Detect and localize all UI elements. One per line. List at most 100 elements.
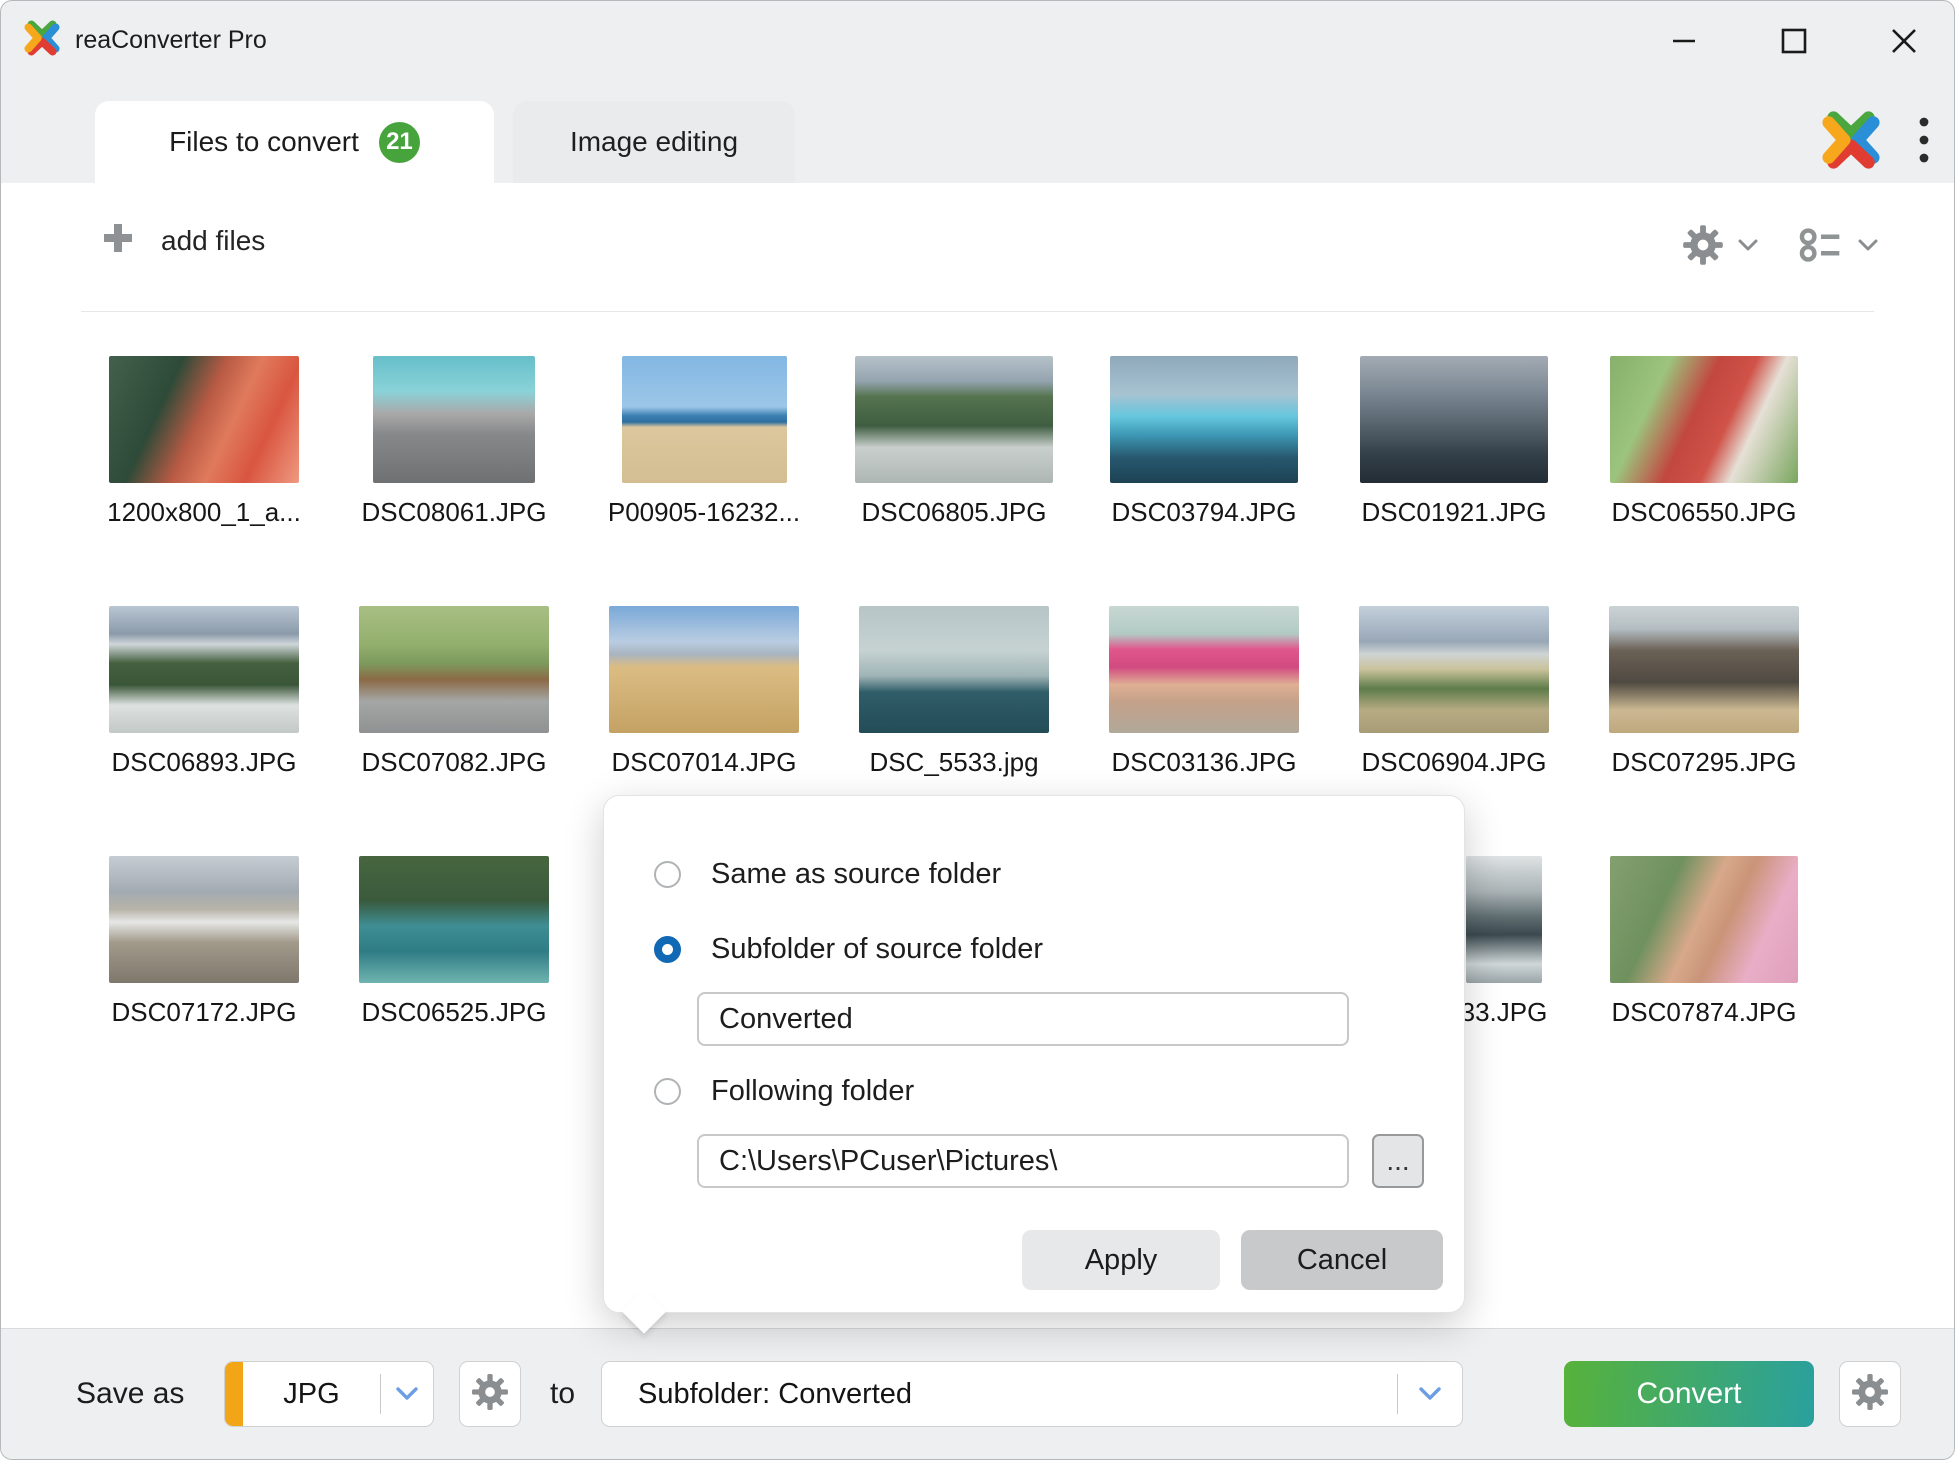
file-thumbnail[interactable] xyxy=(1610,356,1798,483)
file-cell[interactable]: DSC_5533.jpg xyxy=(829,606,1079,811)
format-value: JPG xyxy=(243,1378,380,1411)
file-thumbnail[interactable] xyxy=(1110,356,1298,483)
file-cell[interactable]: DSC07082.JPG xyxy=(329,606,579,811)
file-cell[interactable]: DSC01921.JPG xyxy=(1329,356,1579,561)
file-thumbnail[interactable] xyxy=(1610,856,1798,983)
view-options-dropdown[interactable] xyxy=(1797,223,1879,272)
file-name: DSC06525.JPG xyxy=(362,997,547,1028)
file-name: DSC06805.JPG xyxy=(862,497,1047,528)
radio-checked-icon[interactable] xyxy=(654,936,681,963)
file-cell[interactable]: DSC07172.JPG xyxy=(79,856,329,1061)
app-window: reaConverter Pro Files to convert 21 Ima… xyxy=(0,0,1955,1460)
file-thumbnail[interactable] xyxy=(109,356,299,483)
file-thumbnail[interactable] xyxy=(1466,856,1542,983)
minimize-button[interactable] xyxy=(1662,19,1706,63)
following-folder-input[interactable] xyxy=(697,1134,1349,1188)
file-thumbnail[interactable] xyxy=(1109,606,1299,733)
subfolder-name-input[interactable] xyxy=(697,992,1349,1046)
file-thumbnail[interactable] xyxy=(373,356,535,483)
file-name: DSC03794.JPG xyxy=(1112,497,1297,528)
file-thumbnail[interactable] xyxy=(109,606,299,733)
list-view-icon xyxy=(1797,223,1845,272)
file-cell[interactable]: DSC03136.JPG xyxy=(1079,606,1329,811)
file-count-badge: 21 xyxy=(379,122,420,163)
file-thumbnail[interactable] xyxy=(622,356,787,483)
gear-icon xyxy=(470,1372,510,1417)
option-subfolder[interactable]: Subfolder of source folder xyxy=(654,933,1043,966)
browse-button[interactable]: ... xyxy=(1372,1134,1424,1188)
destination-select[interactable]: Subfolder: Converted xyxy=(601,1361,1463,1427)
chevron-down-icon xyxy=(1857,238,1879,257)
kebab-menu-icon[interactable] xyxy=(1918,109,1930,176)
file-thumbnail[interactable] xyxy=(609,606,799,733)
file-name: 33.JPG xyxy=(1461,997,1548,1028)
file-cell[interactable]: DSC03794.JPG xyxy=(1079,356,1329,561)
radio-unchecked-icon[interactable] xyxy=(654,861,681,888)
file-cell[interactable]: DSC06550.JPG xyxy=(1579,356,1829,561)
option-following-label: Following folder xyxy=(711,1075,914,1108)
tab-bar: Files to convert 21 Image editing xyxy=(1,101,1954,183)
chevron-down-icon[interactable] xyxy=(381,1386,433,1402)
file-cell[interactable]: DSC06805.JPG xyxy=(829,356,1079,561)
tab-files-label: Files to convert xyxy=(169,126,359,158)
window-title: reaConverter Pro xyxy=(75,26,267,55)
gear-icon xyxy=(1850,1372,1890,1417)
file-cell[interactable]: DSC06904.JPG xyxy=(1329,606,1579,811)
save-as-label: Save as xyxy=(76,1329,184,1459)
close-button[interactable] xyxy=(1882,19,1926,63)
file-settings-dropdown[interactable] xyxy=(1681,223,1759,272)
file-thumbnail[interactable] xyxy=(1609,606,1799,733)
convert-button[interactable]: Convert xyxy=(1564,1361,1814,1427)
file-name: DSC03136.JPG xyxy=(1112,747,1297,778)
file-thumbnail[interactable] xyxy=(859,606,1049,733)
file-thumbnail[interactable] xyxy=(855,356,1053,483)
file-name: DSC07172.JPG xyxy=(112,997,297,1028)
file-thumbnail[interactable] xyxy=(1359,606,1549,733)
bottom-bar: Save as JPG xyxy=(1,1328,1954,1459)
file-cell[interactable]: DSC07014.JPG xyxy=(579,606,829,811)
destination-popover: Same as source folder Subfolder of sourc… xyxy=(603,795,1465,1313)
file-cell[interactable]: P00905-16232... xyxy=(579,356,829,561)
convert-settings-button[interactable] xyxy=(1839,1361,1901,1427)
gear-icon xyxy=(1681,223,1725,272)
option-following-folder[interactable]: Following folder xyxy=(654,1075,914,1108)
add-files-button[interactable]: add files xyxy=(101,221,265,260)
files-toolbar: add files xyxy=(1,183,1954,311)
format-select[interactable]: JPG xyxy=(224,1361,434,1427)
file-cell[interactable]: DSC06893.JPG xyxy=(79,606,329,811)
format-color-strip xyxy=(225,1362,243,1426)
tab-image-editing[interactable]: Image editing xyxy=(513,101,795,183)
radio-unchecked-icon[interactable] xyxy=(654,1078,681,1105)
file-name: 1200x800_1_a... xyxy=(107,497,301,528)
file-name: P00905-16232... xyxy=(608,497,800,528)
file-thumbnail[interactable] xyxy=(359,856,549,983)
destination-value: Subfolder: Converted xyxy=(602,1378,1397,1411)
file-cell[interactable]: DSC07295.JPG xyxy=(1579,606,1829,811)
file-cell[interactable]: DSC08061.JPG xyxy=(329,356,579,561)
chevron-down-icon xyxy=(1737,238,1759,257)
file-name: DSC06904.JPG xyxy=(1362,747,1547,778)
title-bar: reaConverter Pro xyxy=(1,1,1954,101)
file-name: DSC06550.JPG xyxy=(1612,497,1797,528)
file-cell[interactable]: 1200x800_1_a... xyxy=(79,356,329,561)
plus-icon xyxy=(101,221,135,260)
maximize-button[interactable] xyxy=(1772,19,1816,63)
apply-button[interactable]: Apply xyxy=(1022,1230,1220,1290)
app-logo-icon xyxy=(23,19,61,62)
file-cell[interactable]: DSC06525.JPG xyxy=(329,856,579,1061)
file-name: DSC07295.JPG xyxy=(1612,747,1797,778)
chevron-down-icon[interactable] xyxy=(1398,1386,1462,1402)
file-name: DSC07082.JPG xyxy=(362,747,547,778)
file-name: DSC07874.JPG xyxy=(1612,997,1797,1028)
format-settings-button[interactable] xyxy=(459,1361,521,1427)
file-thumbnail[interactable] xyxy=(1360,356,1548,483)
add-files-label: add files xyxy=(161,225,265,257)
file-name: DSC08061.JPG xyxy=(362,497,547,528)
file-thumbnail[interactable] xyxy=(359,606,549,733)
option-subfolder-label: Subfolder of source folder xyxy=(711,933,1043,966)
file-name: DSC_5533.jpg xyxy=(869,747,1038,778)
file-thumbnail[interactable] xyxy=(109,856,299,983)
cancel-button[interactable]: Cancel xyxy=(1241,1230,1443,1290)
option-same-as-source[interactable]: Same as source folder xyxy=(654,858,1001,891)
tab-files-to-convert[interactable]: Files to convert 21 xyxy=(95,101,494,183)
